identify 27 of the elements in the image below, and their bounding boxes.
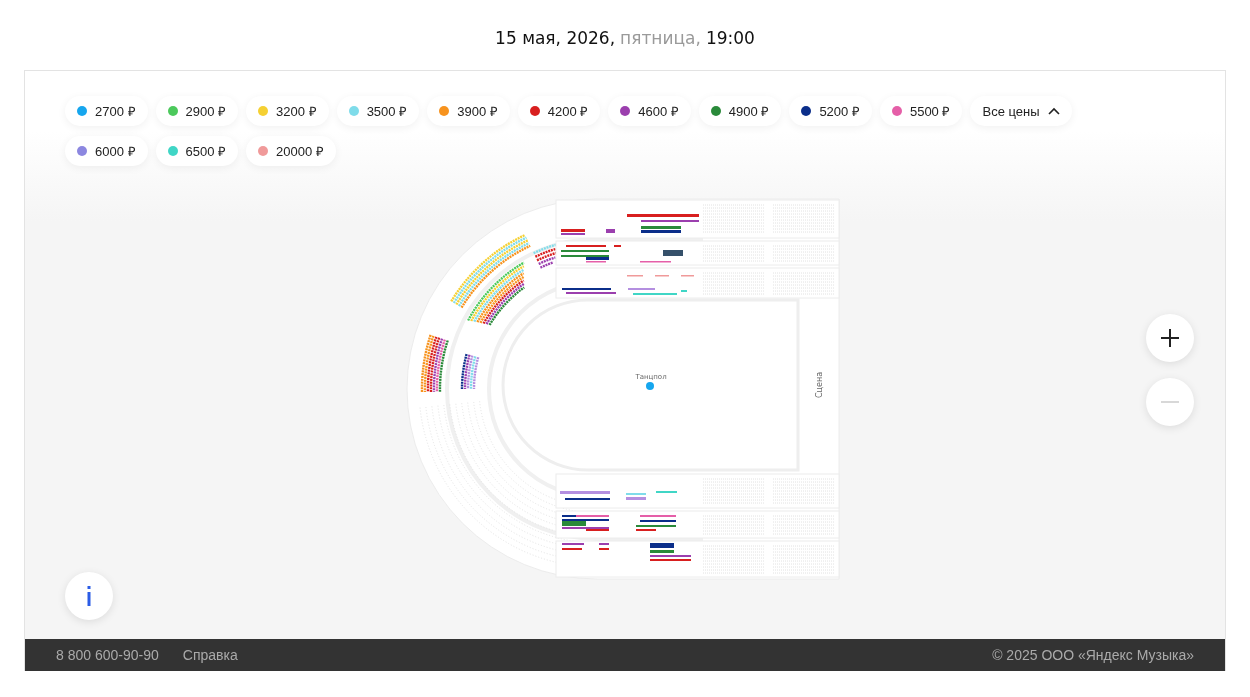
dance-floor-marker[interactable] [646,382,654,390]
zoom-in-button[interactable] [1146,314,1194,362]
price-filter-chip[interactable]: 3500 ₽ [336,96,420,126]
help-link[interactable]: Справка [182,647,238,663]
price-filter-chip[interactable]: 5500 ₽ [879,96,963,126]
price-filter-chip[interactable]: 2900 ₽ [155,96,239,126]
stage-label: Сцена [815,371,824,399]
price-filter-chip[interactable]: 2700 ₽ [65,96,148,126]
copyright-text: © 2025 ООО «Яндекс Музыка» [992,647,1194,663]
event-date: 15 мая, 2026, [495,28,616,48]
phone-number: 8 800 600-90-90 [56,647,159,663]
price-filter-chip[interactable]: 5200 ₽ [789,96,872,126]
event-time: 19:00 [705,28,755,48]
info-button[interactable] [65,572,113,620]
info-icon [86,586,92,606]
price-filter-chip[interactable]: 4200 ₽ [517,96,601,126]
price-filter-chip[interactable]: 20000 ₽ [246,136,336,166]
plus-icon [1160,328,1180,348]
price-filter-chip[interactable]: 6000 ₽ [65,136,148,166]
price-filter-chip[interactable]: 4600 ₽ [608,96,691,126]
price-filter-chip[interactable]: 3200 ₽ [246,96,329,126]
price-filter-chip[interactable]: 3900 ₽ [427,96,510,126]
minus-icon [1160,401,1180,403]
all-prices-button[interactable]: Все цены [970,96,1072,126]
price-filter-chip[interactable]: 4900 ₽ [698,96,782,126]
event-weekday: пятница, [620,28,701,48]
price-filter-chip[interactable]: 6500 ₽ [155,136,239,166]
